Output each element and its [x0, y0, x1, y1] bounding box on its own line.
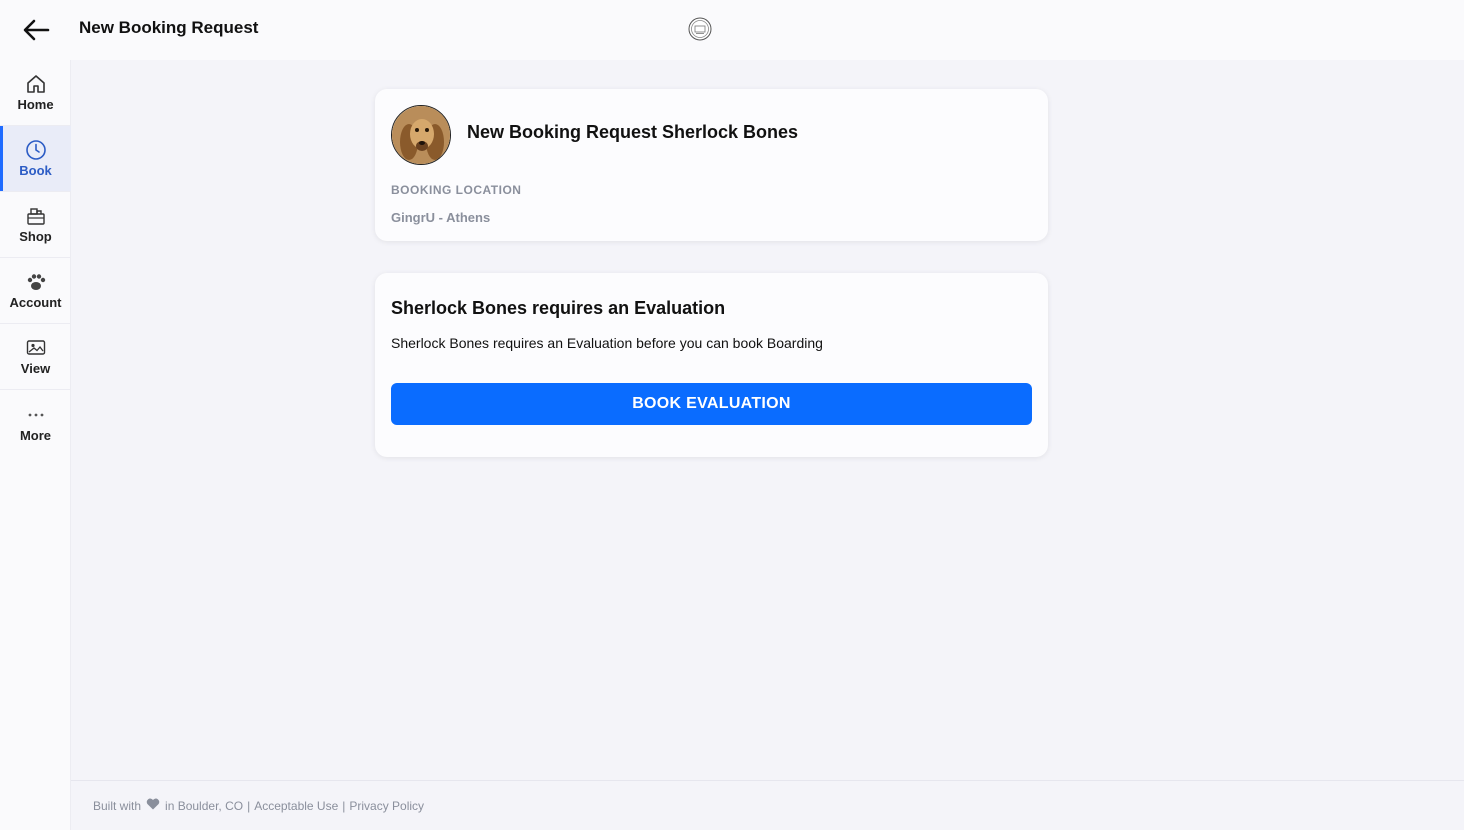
- more-icon: [25, 404, 47, 426]
- sidebar-item-label: View: [20, 361, 51, 376]
- sidebar-item-shop[interactable]: Shop: [0, 192, 71, 258]
- sidebar-item-label: Account: [9, 295, 62, 310]
- acceptable-use-link[interactable]: Acceptable Use: [254, 799, 338, 813]
- sidebar-item-view[interactable]: View: [0, 324, 71, 390]
- privacy-policy-link[interactable]: Privacy Policy: [349, 799, 424, 813]
- clock-icon: [25, 139, 47, 161]
- page-title: New Booking Request: [79, 18, 259, 37]
- sidebar-item-home[interactable]: Home: [0, 60, 71, 126]
- footer-separator: |: [247, 798, 251, 813]
- evaluation-message: Sherlock Bones requires an Evaluation be…: [391, 335, 823, 351]
- sidebar-item-account[interactable]: Account: [0, 258, 71, 324]
- home-icon: [25, 73, 47, 95]
- book-evaluation-button[interactable]: BOOK EVALUATION: [391, 383, 1032, 425]
- evaluation-title: Sherlock Bones requires an Evaluation: [391, 298, 726, 318]
- paw-icon: [25, 271, 47, 293]
- sidebar-item-more[interactable]: More: [0, 390, 71, 456]
- footer-built-with: Built with: [93, 798, 142, 813]
- footer-location: in Boulder, CO: [165, 798, 244, 813]
- pet-avatar: [391, 105, 451, 165]
- footer: Built with in Boulder, CO | Acceptable U…: [71, 780, 1464, 830]
- back-button[interactable]: [20, 16, 52, 44]
- sidebar-item-label: Shop: [19, 229, 52, 244]
- sidebar-item-label: Home: [17, 97, 54, 112]
- top-bar: New Booking Request: [0, 0, 1464, 60]
- booking-request-card: New Booking Request Sherlock Bones BOOKI…: [375, 89, 1048, 241]
- booking-location-label: BOOKING LOCATION: [391, 183, 522, 197]
- sidebar: Home Book Shop Account View More: [0, 60, 71, 830]
- sidebar-item-label: More: [19, 427, 52, 443]
- sidebar-item-book[interactable]: Book: [0, 126, 71, 192]
- image-icon: [25, 337, 47, 359]
- heart-icon: [146, 798, 160, 813]
- shop-icon: [25, 205, 47, 227]
- brand-logo-icon[interactable]: [688, 17, 712, 41]
- arrow-left-icon: [23, 19, 50, 41]
- footer-separator: |: [342, 798, 346, 813]
- booking-title: New Booking Request Sherlock Bones: [467, 122, 799, 142]
- evaluation-card: Sherlock Bones requires an Evaluation Sh…: [375, 273, 1048, 457]
- sidebar-item-label: Book: [19, 163, 52, 178]
- booking-location-value: GingrU - Athens: [391, 210, 491, 225]
